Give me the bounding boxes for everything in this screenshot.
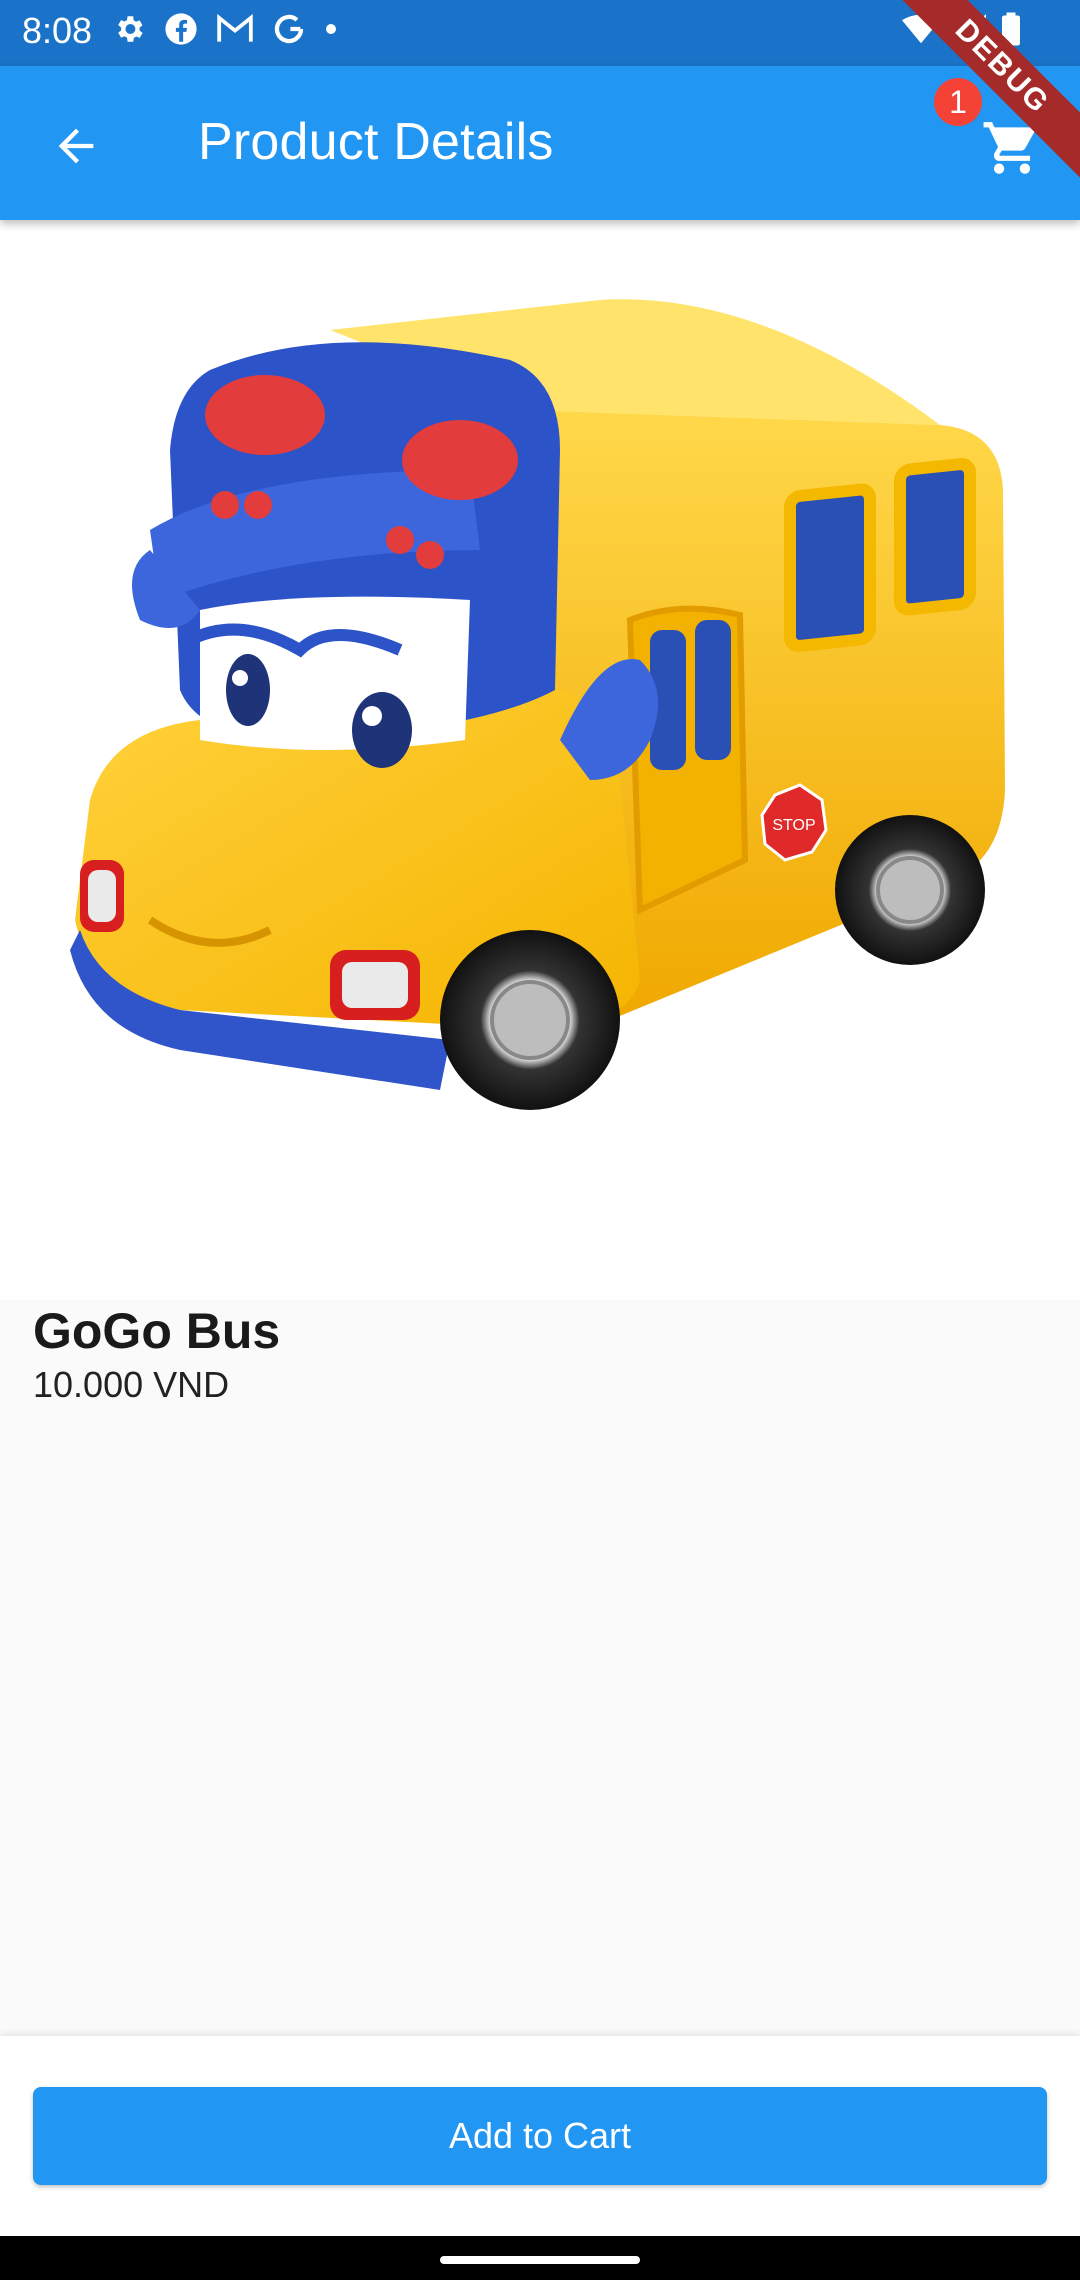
product-price: 10.000 VND [33,1364,230,1405]
product-name: GoGo Bus [33,1303,281,1359]
gmail-icon [216,14,254,44]
status-time: 8:08 [22,10,93,51]
home-gesture-handle[interactable] [440,2256,640,2264]
page-title: Product Details [198,113,554,171]
app-bar: Product Details 1 [0,66,1080,220]
arrow-back-icon [58,128,94,164]
facebook-icon [164,12,198,46]
product-image: STOP [0,220,1080,1300]
toy-bus-image: STOP [70,299,1005,1110]
settings-icon [112,12,146,46]
svg-text:STOP: STOP [772,817,815,834]
back-button[interactable] [40,110,112,182]
add-to-cart-button[interactable]: Add to Cart [33,2087,1047,2185]
google-icon [272,12,306,46]
status-icons-left [112,12,338,46]
cart-count-badge: 1 [934,78,982,126]
dot-icon [324,22,338,36]
